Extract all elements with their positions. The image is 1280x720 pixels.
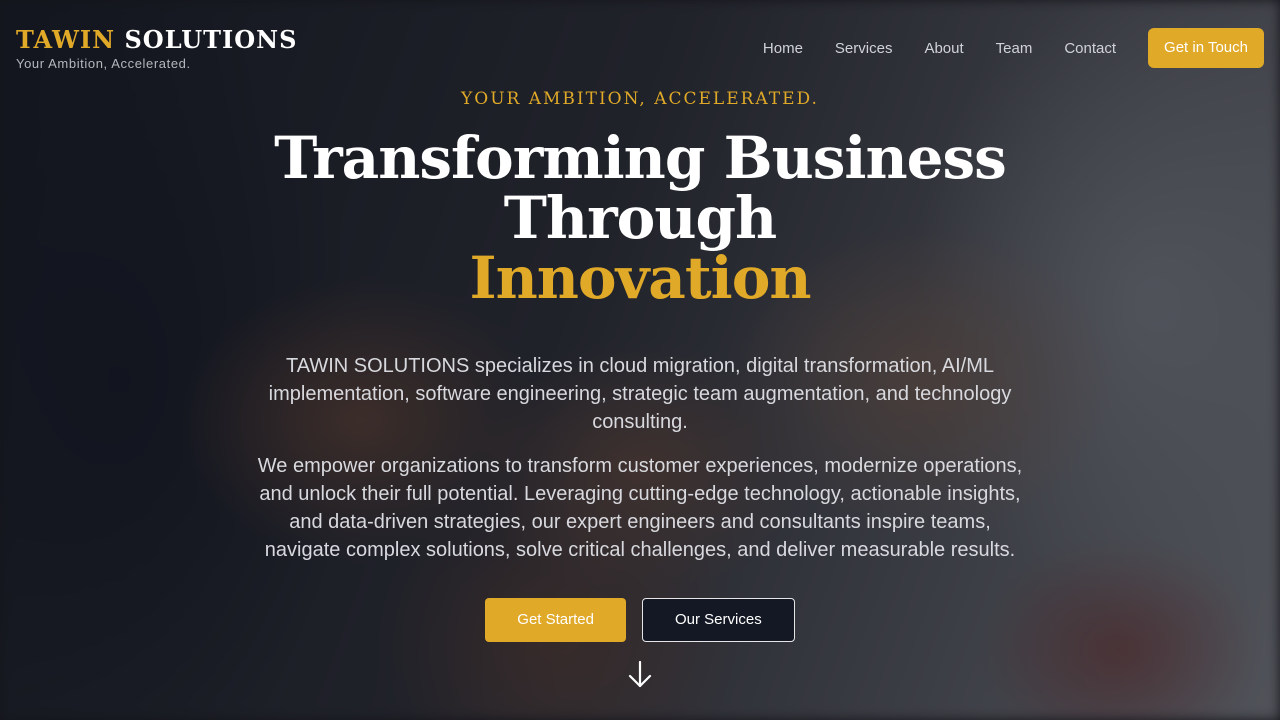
- main-nav: Home Services About Team Contact Get in …: [731, 28, 1264, 68]
- nav-link-contact[interactable]: Contact: [1064, 40, 1116, 57]
- nav-link-services[interactable]: Services: [835, 40, 893, 57]
- headline-accent: Innovation: [469, 244, 811, 312]
- hero-headline: Transforming Business Through Innovation: [0, 128, 1280, 308]
- brand-title: TAWIN SOLUTIONS: [16, 26, 297, 54]
- hero-section: TAWIN SOLUTIONS Your Ambition, Accelerat…: [0, 0, 1280, 720]
- headline-line2: Through: [503, 184, 777, 252]
- hero-buttons: Get Started Our Services: [0, 598, 1280, 642]
- brand-tagline: Your Ambition, Accelerated.: [16, 56, 191, 71]
- get-in-touch-button[interactable]: Get in Touch: [1148, 28, 1264, 68]
- nav-link-about[interactable]: About: [924, 40, 963, 57]
- hero-content: TAWIN SOLUTIONS Your Ambition, Accelerat…: [0, 0, 1280, 720]
- arrow-down-icon[interactable]: [626, 658, 654, 692]
- nav-link-team[interactable]: Team: [996, 40, 1033, 57]
- get-started-button[interactable]: Get Started: [485, 598, 626, 642]
- hero-eyebrow: YOUR AMBITION, ACCELERATED.: [461, 89, 819, 109]
- nav-link-home[interactable]: Home: [763, 40, 803, 57]
- brand-title-part1: TAWIN: [16, 25, 116, 54]
- headline-line1: Transforming Business: [274, 124, 1007, 192]
- hero-paragraph-1: TAWIN SOLUTIONS specializes in cloud mig…: [268, 355, 1012, 433]
- our-services-button[interactable]: Our Services: [642, 598, 795, 642]
- hero-paragraph-2: We empower organizations to transform cu…: [257, 455, 1023, 561]
- brand-logo[interactable]: TAWIN SOLUTIONS Your Ambition, Accelerat…: [16, 26, 297, 72]
- brand-title-part2: SOLUTIONS: [124, 25, 298, 54]
